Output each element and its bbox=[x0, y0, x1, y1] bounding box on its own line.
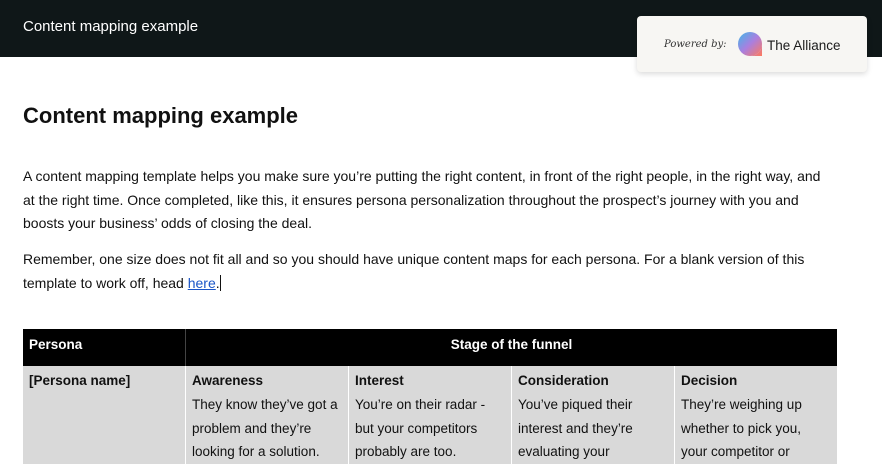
header-stage-of-funnel: Stage of the funnel bbox=[450, 337, 573, 352]
cell-persona-name[interactable]: [Persona name] bbox=[23, 366, 186, 464]
cell-decision[interactable]: Decision They’re weighing up whether to … bbox=[675, 366, 837, 464]
cell-consideration[interactable]: Consideration You’ve piqued their intere… bbox=[512, 366, 675, 464]
page-title: Content mapping example bbox=[23, 103, 299, 128]
stage-description: They know they’ve got a problem and they… bbox=[192, 397, 338, 459]
stage-title: Decision bbox=[681, 373, 738, 388]
stage-title: Interest bbox=[355, 373, 404, 388]
text-cursor bbox=[219, 274, 221, 291]
persona-name: [Persona name] bbox=[29, 373, 131, 388]
stage-description: You’ve piqued their interest and they’re… bbox=[518, 397, 633, 459]
stage-description: They’re weighing up whether to pick you,… bbox=[681, 397, 802, 459]
cell-interest[interactable]: Interest You’re on their radar - but you… bbox=[349, 366, 512, 464]
table-header-row: Persona Stage of the funnel bbox=[23, 329, 837, 366]
intro-paragraph: A content mapping template helps you mak… bbox=[23, 168, 821, 231]
powered-by-badge[interactable]: Powered by: The Alliance bbox=[637, 16, 867, 72]
alliance-brand-name: The Alliance bbox=[767, 38, 841, 53]
cell-awareness[interactable]: Awareness They know they’ve got a proble… bbox=[186, 366, 349, 464]
content-map-table: Persona Stage of the funnel [Persona nam… bbox=[23, 329, 837, 464]
table-row: [Persona name] Awareness They know they’… bbox=[23, 366, 837, 464]
header-persona: Persona bbox=[23, 329, 186, 366]
template-link[interactable]: here bbox=[188, 275, 216, 291]
reminder-text: Remember, one size does not fit all and … bbox=[23, 251, 805, 291]
powered-by-label: Powered by: bbox=[664, 39, 727, 50]
stage-title: Awareness bbox=[192, 373, 264, 388]
topbar-title: Content mapping example bbox=[23, 18, 199, 35]
alliance-logo-icon bbox=[738, 32, 762, 56]
stage-title: Consideration bbox=[518, 373, 609, 388]
stage-description: You’re on their radar - but your competi… bbox=[355, 397, 486, 459]
reminder-paragraph: Remember, one size does not fit all and … bbox=[23, 248, 833, 295]
